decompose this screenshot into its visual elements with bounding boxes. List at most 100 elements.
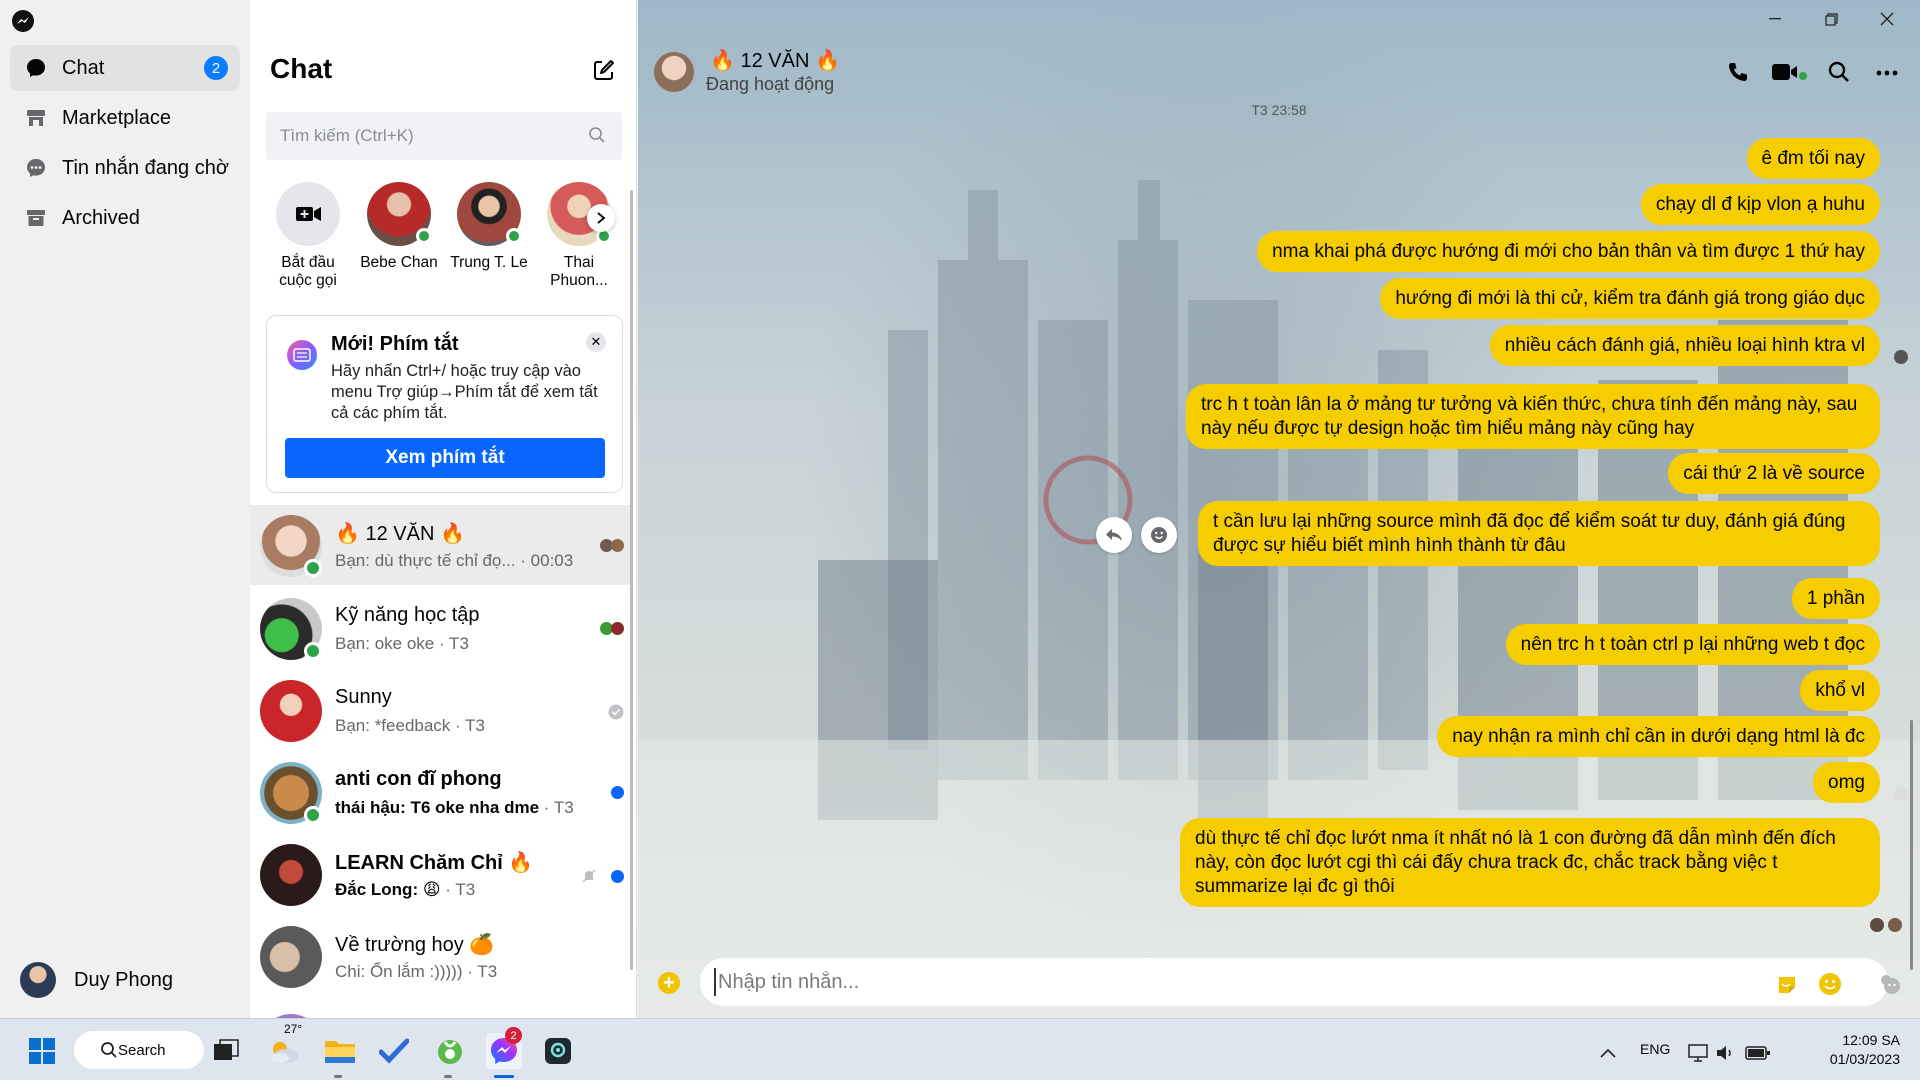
search-icon[interactable] <box>1827 60 1851 84</box>
conversation-name: Về trường hoy 🍊 <box>335 934 495 956</box>
app-icon[interactable] <box>540 1033 576 1069</box>
profile-button[interactable]: Duy Phong <box>20 962 173 998</box>
search-icon <box>588 126 606 144</box>
taskbar-search-label: Search <box>118 1041 166 1059</box>
message-input[interactable] <box>714 968 1754 996</box>
nav-label-chat: Chat <box>62 56 105 79</box>
conversation-item[interactable]: 🔥 12 VĂN 🔥 Bạn: dù thực tế chỉ đọ... · 0… <box>250 505 632 585</box>
message-bubble[interactable]: t cần lưu lại những source mình đã đọc đ… <box>1198 501 1880 566</box>
avatar <box>260 680 322 742</box>
message-bubble[interactable]: khổ vl <box>1800 670 1880 711</box>
seen-avatar <box>1870 918 1884 932</box>
battery-icon[interactable] <box>1740 1035 1776 1071</box>
archive-icon <box>24 206 48 230</box>
conversation-item[interactable]: Về trường hoy 🍊 Chi: Ổn lắm :))))) · T3 <box>250 916 632 996</box>
message-bubble[interactable]: nên trc h t toàn ctrl p lại những web t … <box>1505 624 1880 665</box>
story-label: Bắt đầu cuộc gọi <box>279 254 337 289</box>
search-field[interactable] <box>266 112 622 160</box>
search-input[interactable] <box>280 126 580 146</box>
reply-icon[interactable] <box>1096 517 1132 553</box>
online-indicator <box>304 642 322 660</box>
conversation-preview: Bạn: dù thực tế chỉ đọ... · 00:03 <box>335 551 574 570</box>
task-view-icon[interactable] <box>208 1033 244 1069</box>
conversation-item[interactable] <box>250 1004 632 1018</box>
message-composer[interactable] <box>700 958 1888 1006</box>
profile-name: Duy Phong <box>74 968 173 991</box>
avatar <box>260 926 322 988</box>
active-contacts-row: Bắt đầu cuộc gọi Bebe Chan Trung T. Le T… <box>250 182 636 302</box>
video-call-icon <box>276 182 340 246</box>
message-bubble[interactable]: nay nhận ra mình chỉ cần in dưới dạng ht… <box>1437 716 1880 757</box>
avatar <box>260 844 322 906</box>
new-message-button[interactable] <box>592 58 616 82</box>
message-bubble[interactable]: chạy dl đ kịp vlon ạ huhu <box>1640 184 1880 225</box>
quick-reaction-icon[interactable] <box>1878 972 1902 996</box>
restore-button[interactable] <box>1818 6 1844 32</box>
conversation-name: Sunny <box>335 686 392 708</box>
minimize-button[interactable] <box>1762 6 1788 32</box>
windows-start-icon[interactable] <box>24 1033 60 1069</box>
conversation-item[interactable]: Kỹ năng học tập Bạn: oke oke · T3 <box>250 588 632 668</box>
avatar <box>457 182 522 246</box>
nav-item-marketplace[interactable]: Marketplace <box>10 95 240 141</box>
windows-taskbar: Search 27° 2 ENG 12:09 SA 01/03/2023 <box>0 1018 1920 1080</box>
contact-trung-t-le[interactable]: Trung T. Le <box>444 182 534 272</box>
close-window-button[interactable] <box>1874 6 1900 32</box>
message-bubble[interactable]: omg <box>1813 762 1880 803</box>
sticker-icon[interactable] <box>1776 974 1798 996</box>
emoji-icon[interactable] <box>1818 972 1842 996</box>
file-explorer-icon[interactable] <box>322 1033 358 1069</box>
nav-item-chat[interactable]: Chat 2 <box>10 45 240 91</box>
message-bubble[interactable]: hướng đi mới là thi cử, kiểm tra đánh gi… <box>1380 278 1880 319</box>
active-app-indicator <box>494 1075 514 1078</box>
page-title: Chat <box>270 53 333 84</box>
message-bubble[interactable]: trc h t toàn lân la ở mảng tư tưởng và k… <box>1186 384 1880 449</box>
message-bubble[interactable]: ê đm tối nay <box>1746 138 1880 179</box>
taskbar-search-button[interactable]: Search <box>74 1031 204 1069</box>
message-bubble[interactable]: 1 phần <box>1791 578 1880 619</box>
list-scrollbar[interactable] <box>630 190 633 970</box>
system-clock[interactable]: 12:09 SA 01/03/2023 <box>1776 1031 1900 1069</box>
weather-widget-icon[interactable] <box>266 1033 302 1069</box>
add-attachment-button[interactable]: + <box>658 972 680 994</box>
seen-avatar <box>1888 918 1902 932</box>
chevron-up-icon[interactable] <box>1590 1035 1626 1071</box>
conversation-item[interactable]: Sunny Bạn: *feedback · T3 <box>250 670 632 750</box>
conversation-item[interactable]: anti con đĩ phong thái hậu: T6 oke nha d… <box>250 752 632 832</box>
more-options-icon[interactable] <box>1876 70 1898 76</box>
unread-count-badge: 2 <box>204 56 228 80</box>
message-bubble[interactable]: dù thực tế chỉ đọc lướt nma ít nhất nó l… <box>1180 818 1880 907</box>
conversation-name: 🔥 12 VĂN 🔥 <box>335 523 465 545</box>
react-emoji-icon[interactable] <box>1141 517 1177 553</box>
avatar[interactable] <box>654 52 694 92</box>
evernote-app-icon[interactable] <box>432 1033 468 1069</box>
start-call-button[interactable]: Bắt đầu cuộc gọi <box>263 182 353 290</box>
seen-avatars <box>600 539 624 552</box>
input-language[interactable]: ENG <box>1640 1041 1670 1057</box>
message-bubble[interactable]: nma khai phá được hướng đi mới cho bản t… <box>1257 231 1880 272</box>
conversation-preview: thái hậu: T6 oke nha dme · T3 <box>335 798 574 817</box>
phone-call-icon[interactable] <box>1726 60 1750 84</box>
close-icon[interactable]: ✕ <box>586 332 606 352</box>
message-bubble[interactable]: cái thứ 2 là về source <box>1668 453 1880 494</box>
online-indicator <box>304 559 322 577</box>
message-bubble[interactable]: nhiều cách đánh giá, nhiều loại hình ktr… <box>1489 325 1880 366</box>
scroll-right-button[interactable] <box>587 204 615 232</box>
todo-app-icon[interactable] <box>376 1033 412 1069</box>
online-indicator <box>416 228 432 244</box>
chat-list-panel: Chat Bắt đầu cuộc gọi Bebe Chan Trung T.… <box>250 0 637 1018</box>
contact-thai-phuong[interactable]: Thai Phuon... <box>534 182 624 290</box>
chat-scrollbar[interactable] <box>1910 720 1913 970</box>
nav-item-pending-messages[interactable]: Tin nhắn đang chờ <box>10 145 240 191</box>
conversation-item[interactable]: LEARN Chăm Chỉ 🔥 Đắc Long: 😩 · T3 <box>250 834 632 914</box>
view-shortcuts-button[interactable]: Xem phím tắt <box>285 438 605 478</box>
muted-bell-icon <box>581 868 597 884</box>
conversation-title: 🔥 12 VĂN 🔥 <box>710 50 840 72</box>
contact-bebe-chan[interactable]: Bebe Chan <box>354 182 444 272</box>
weather-temperature: 27° <box>284 1022 303 1036</box>
conversation-preview: Bạn: oke oke · T3 <box>335 634 469 653</box>
nav-item-archived[interactable]: Archived <box>10 195 240 241</box>
unread-indicator <box>611 786 624 799</box>
video-call-icon[interactable] <box>1771 60 1809 84</box>
volume-icon[interactable] <box>1708 1035 1744 1071</box>
